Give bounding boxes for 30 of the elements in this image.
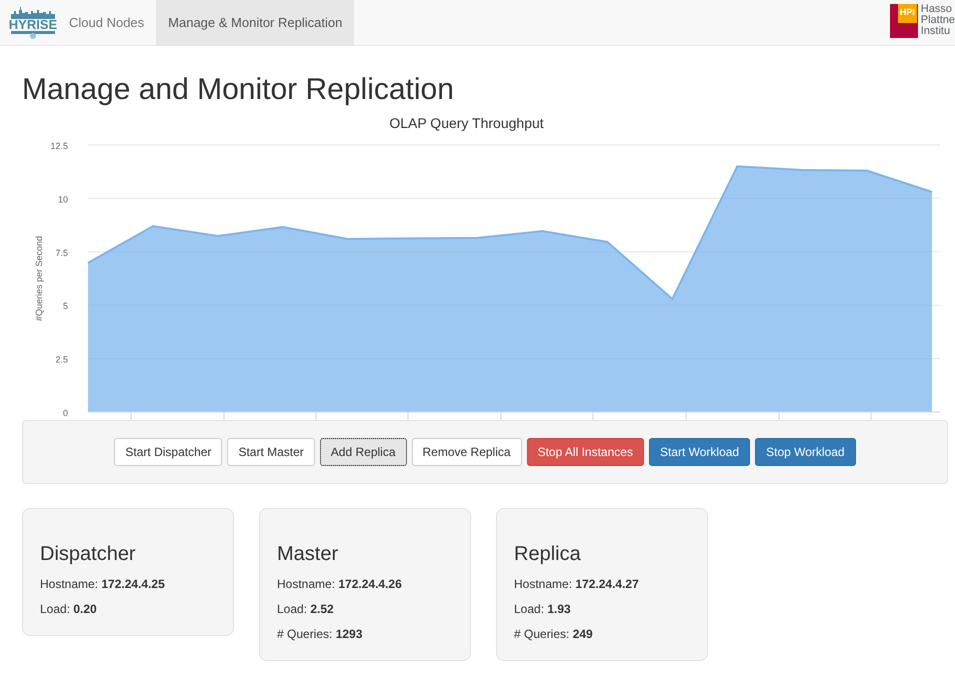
node-title: Replica	[514, 542, 582, 566]
node-title: Dispatcher	[40, 542, 137, 566]
action-button[interactable]: Stop Workload	[755, 438, 856, 466]
y-tick-label: 5	[62, 301, 68, 312]
node-field: # Queries: 249	[514, 627, 690, 641]
action-button[interactable]: Add Replica	[320, 438, 407, 466]
node-field: Hostname: 172.24.4.26	[277, 577, 453, 591]
action-button[interactable]: Start Dispatcher	[114, 438, 222, 466]
y-tick-label: 7.5	[55, 248, 68, 258]
y-axis-title: #Queries per Second	[34, 236, 44, 322]
action-button[interactable]: Start Master	[227, 438, 315, 466]
y-tick-label: 2.5	[55, 354, 68, 365]
action-button[interactable]: Start Workload	[648, 438, 750, 466]
action-button[interactable]: Remove Replica	[412, 438, 522, 466]
node-field: Load: 0.20	[40, 602, 216, 616]
node-field: Hostname: 172.24.4.25	[40, 577, 216, 591]
node-field: # Queries: 1293	[277, 627, 453, 641]
node-field: Hostname: 172.24.4.27	[514, 577, 690, 591]
node-title: Master	[277, 542, 340, 566]
action-button[interactable]: Stop All Instances	[526, 438, 644, 466]
page-title: Manage and Monitor Replication	[22, 72, 455, 108]
y-tick-label: 12.5	[50, 141, 68, 151]
hyrise-logo[interactable]: HYRISE	[11, 0, 55, 45]
node-field: Load: 2.52	[277, 602, 453, 616]
nav-tab[interactable]: Cloud Nodes	[57, 0, 156, 45]
chart-title: OLAP Query Throughput	[389, 115, 544, 131]
y-tick-label: 10	[58, 194, 68, 204]
nav-tab[interactable]: Manage & Monitor Replication	[156, 0, 354, 45]
node-field: Load: 1.93	[514, 602, 690, 616]
y-tick-label: 0	[62, 408, 68, 418]
